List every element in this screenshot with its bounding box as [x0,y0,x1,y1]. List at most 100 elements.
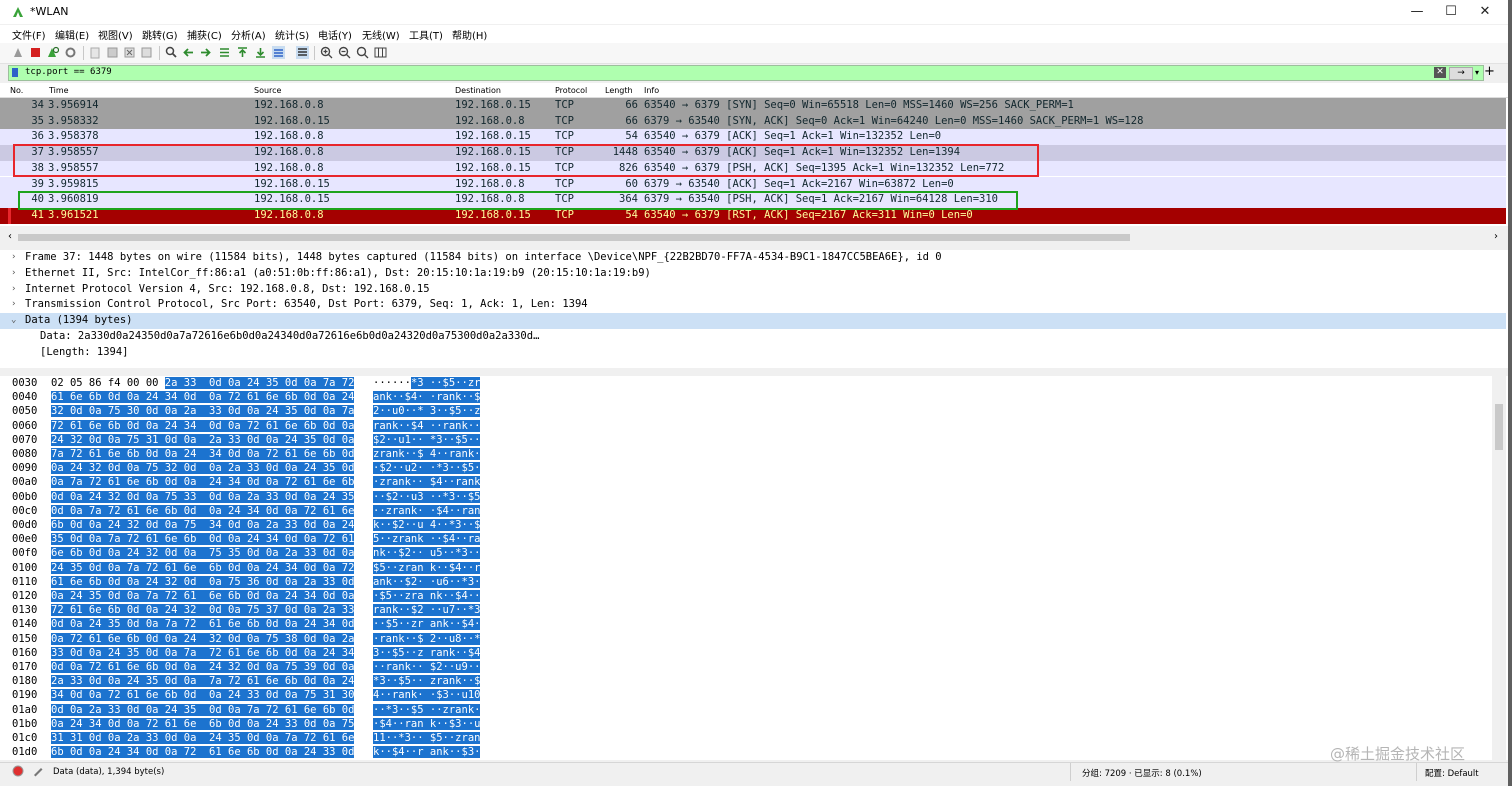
hex-bytes-selected[interactable]: 6b 0d 0a 24 34 0d 0a 72 61 6e 6b 0d 0a 2… [51,746,355,759]
go-forward-icon[interactable] [199,46,212,59]
close-button[interactable]: ✕ [1462,0,1508,24]
colorize-icon[interactable] [296,46,309,59]
hex-bytes-selected[interactable]: 7a 72 61 6e 6b 0d 0a 24 34 0d 0a 72 61 6… [51,448,355,460]
ascii-bytes[interactable]: ··zrank· ·$4··ran [373,504,481,518]
hex-bytes[interactable]: 33 0d 0a 24 35 0d 0a 7a 72 61 6e 6b 0d 0… [51,646,355,660]
ascii-selected[interactable]: 3··$5··z rank··$4 [373,646,481,659]
ascii-bytes[interactable]: ·zrank·· $4··rank [373,475,481,489]
column-header-length[interactable]: Length [605,86,633,95]
hex-bytes[interactable]: 35 0d 0a 7a 72 61 6e 6b 0d 0a 24 34 0d 0… [51,532,355,546]
hex-bytes[interactable]: 0a 24 35 0d 0a 7a 72 61 6e 6b 0d 0a 24 3… [51,589,355,603]
hex-bytes[interactable]: 61 6e 6b 0d 0a 24 34 0d 0a 72 61 6e 6b 0… [51,390,355,404]
hex-bytes[interactable]: 0d 0a 2a 33 0d 0a 24 35 0d 0a 7a 72 61 6… [51,703,355,717]
ascii-bytes[interactable]: $2··u1·· *3··$5·· [373,433,481,447]
hex-bytes-selected[interactable]: 2a 33 0d 0a 24 35 0d 0a 7a 72 61 6e 6b 0… [51,675,355,688]
display-filter-bar[interactable]: tcp.port == 6379 ✕ → ▾ [8,65,1484,81]
hex-bytes-selected[interactable]: 0d 0a 24 35 0d 0a 7a 72 61 6e 6b 0d 0a 2… [51,618,355,631]
hex-bytes-selected[interactable]: 31 31 0d 0a 2a 33 0d 0a 24 35 0d 0a 7a 7… [51,732,355,744]
find-packet-icon[interactable] [165,46,178,59]
scrollbar-thumb[interactable] [1495,404,1503,450]
ascii-selected[interactable]: ·$2··u2· ·*3··$5· [373,462,481,475]
ascii-selected[interactable]: ·zrank·· $4··rank [373,476,481,489]
reload-file-icon[interactable] [140,46,153,59]
ascii-selected[interactable]: k··$2··u 4··*3··$ [373,519,481,531]
hex-bytes[interactable]: 6e 6b 0d 0a 24 32 0d 0a 75 35 0d 0a 2a 3… [51,546,355,560]
hex-bytes-selected[interactable]: 0a 24 35 0d 0a 7a 72 61 6e 6b 0d 0a 24 3… [51,590,355,602]
ascii-bytes[interactable]: 5··zrank ··$4··ra [373,532,481,546]
scroll-left-icon[interactable]: ‹ [8,231,12,242]
go-last-icon[interactable] [254,46,267,59]
ascii-selected[interactable]: ·rank··$ 2··u8··* [373,632,481,645]
column-header-destination[interactable]: Destination [455,86,501,95]
detail-tree-item[interactable]: › Ethernet II, Src: IntelCor_ff:86:a1 (a0… [0,266,1506,282]
ascii-bytes[interactable]: ·rank··$ 2··u8··* [373,632,481,646]
column-header-source[interactable]: Source [254,86,281,95]
zoom-out-icon[interactable] [338,46,351,59]
hex-bytes-selected[interactable]: 0a 24 32 0d 0a 75 32 0d 0a 2a 33 0d 0a 2… [51,462,355,475]
hex-bytes[interactable]: 24 35 0d 0a 7a 72 61 6e 6b 0d 0a 24 34 0… [51,561,355,575]
menu-file[interactable]: 文件(F) [12,27,46,42]
ascii-bytes[interactable]: rank··$2 ··u7··*3 [373,603,481,617]
hex-bytes[interactable]: 72 61 6e 6b 0d 0a 24 34 0d 0a 72 61 6e 6… [51,419,355,433]
stop-capture-icon[interactable] [29,46,42,59]
hex-bytes-unselected[interactable]: 02 05 86 f4 00 00 [51,377,165,389]
scrollbar-thumb[interactable] [18,234,1130,241]
hex-bytes[interactable]: 02 05 86 f4 00 00 2a 33 0d 0a 24 35 0d 0… [51,376,355,390]
ascii-selected[interactable]: ··*3··$5 ··zrank· [373,703,481,716]
horizontal-scrollbar[interactable]: ‹ › [0,231,1508,243]
ascii-bytes[interactable]: $5··zran k··$4··r [373,561,481,575]
ascii-bytes[interactable]: ·$2··u2· ·*3··$5· [373,461,481,475]
apply-filter-button[interactable]: → [1449,67,1473,80]
ascii-selected[interactable]: 11··*3·· $5··zran [373,732,481,744]
ascii-selected[interactable]: $2··u1·· *3··$5·· [373,433,481,446]
ascii-selected[interactable]: 4··rank· ·$3··u10 [373,689,481,702]
zoom-in-icon[interactable] [320,46,333,59]
ascii-bytes[interactable]: ··$2··u3 ··*3··$5 [373,490,481,504]
ascii-selected[interactable]: ··rank·· $2··u9·· [373,661,481,673]
hex-bytes-selected[interactable]: 0a 24 34 0d 0a 72 61 6e 6b 0d 0a 24 33 0… [51,717,355,730]
ascii-selected[interactable]: 2··u0··* 3··$5··z [373,405,481,418]
hex-bytes[interactable]: 24 32 0d 0a 75 31 0d 0a 2a 33 0d 0a 24 3… [51,433,355,447]
hex-bytes[interactable]: 2a 33 0d 0a 24 35 0d 0a 7a 72 61 6e 6b 0… [51,674,355,688]
menu-telephony[interactable]: 电话(Y) [318,27,352,42]
hex-bytes[interactable]: 0a 72 61 6e 6b 0d 0a 24 32 0d 0a 75 38 0… [51,632,355,646]
detail-tree-item[interactable]: Data: 2a330d0a24350d0a7a72616e6b0d0a2434… [0,329,1506,345]
ascii-bytes[interactable]: ··$5··zr ank··$4· [373,617,481,631]
hex-bytes-selected[interactable]: 0d 0a 7a 72 61 6e 6b 0d 0a 24 34 0d 0a 7… [51,504,355,517]
ascii-selected[interactable]: ank··$4· ·rank··$ [373,391,481,404]
hex-bytes[interactable]: 6b 0d 0a 24 32 0d 0a 75 34 0d 0a 2a 33 0… [51,518,355,532]
edit-comment-icon[interactable] [32,765,44,777]
menu-view[interactable]: 视图(V) [98,27,133,42]
hex-bytes-selected[interactable]: 24 32 0d 0a 75 31 0d 0a 2a 33 0d 0a 24 3… [51,433,355,446]
add-filter-button[interactable]: + [1484,64,1495,79]
ascii-selected[interactable]: ··$2··u3 ··*3··$5 [373,490,481,503]
resize-columns-icon[interactable] [374,46,387,59]
hex-bytes[interactable]: 6b 0d 0a 24 34 0d 0a 72 61 6e 6b 0d 0a 2… [51,745,355,759]
hex-bytes-selected[interactable]: 2a 33 0d 0a 24 35 0d 0a 7a 72 [164,377,355,389]
chevron-down-icon[interactable]: ⌄ [11,313,16,329]
hex-bytes-selected[interactable]: 0d 0a 24 32 0d 0a 75 33 0d 0a 2a 33 0d 0… [51,490,355,503]
ascii-selected[interactable]: ank··$2· ·u6··*3· [373,575,481,588]
ascii-bytes[interactable]: rank··$4 ··rank·· [373,419,481,433]
ascii-selected[interactable]: ·$4··ran k··$3··u [373,717,481,730]
ascii-selected[interactable]: *3 ··$5··zr [410,377,481,389]
ascii-bytes[interactable]: ·$4··ran k··$3··u [373,717,481,731]
hex-bytes-selected[interactable]: 72 61 6e 6b 0d 0a 24 34 0d 0a 72 61 6e 6… [51,419,355,432]
hex-bytes-selected[interactable]: 0d 0a 2a 33 0d 0a 24 35 0d 0a 7a 72 61 6… [51,703,355,716]
open-file-icon[interactable] [89,46,102,59]
hex-bytes-selected[interactable]: 72 61 6e 6b 0d 0a 24 32 0d 0a 75 37 0d 0… [51,604,355,617]
menu-tools[interactable]: 工具(T) [409,27,443,42]
packet-row[interactable]: 41 3.961521 192.168.0.8 192.168.0.15 TCP 54 63… [0,207,1506,224]
hex-bytes[interactable]: 61 6e 6b 0d 0a 24 32 0d 0a 75 36 0d 0a 2… [51,575,355,589]
ascii-bytes[interactable]: ank··$2· ·u6··*3· [373,575,481,589]
menu-capture[interactable]: 捕获(C) [187,27,222,42]
hex-bytes-selected[interactable]: 61 6e 6b 0d 0a 24 34 0d 0a 72 61 6e 6b 0… [51,391,355,404]
display-filter-input[interactable]: tcp.port == 6379 [25,67,112,77]
capture-options-icon[interactable] [64,46,77,59]
ascii-bytes[interactable]: 4··rank· ·$3··u10 [373,688,481,702]
hex-bytes-selected[interactable]: 0d 0a 72 61 6e 6b 0d 0a 24 32 0d 0a 75 3… [51,661,355,673]
menu-statistics[interactable]: 统计(S) [275,27,309,42]
hex-bytes-selected[interactable]: 24 35 0d 0a 7a 72 61 6e 6b 0d 0a 24 34 0… [51,561,355,574]
hex-bytes-selected[interactable]: 61 6e 6b 0d 0a 24 32 0d 0a 75 36 0d 0a 2… [51,575,355,588]
ascii-selected[interactable]: nk··$2·· u5··*3·· [373,547,481,560]
